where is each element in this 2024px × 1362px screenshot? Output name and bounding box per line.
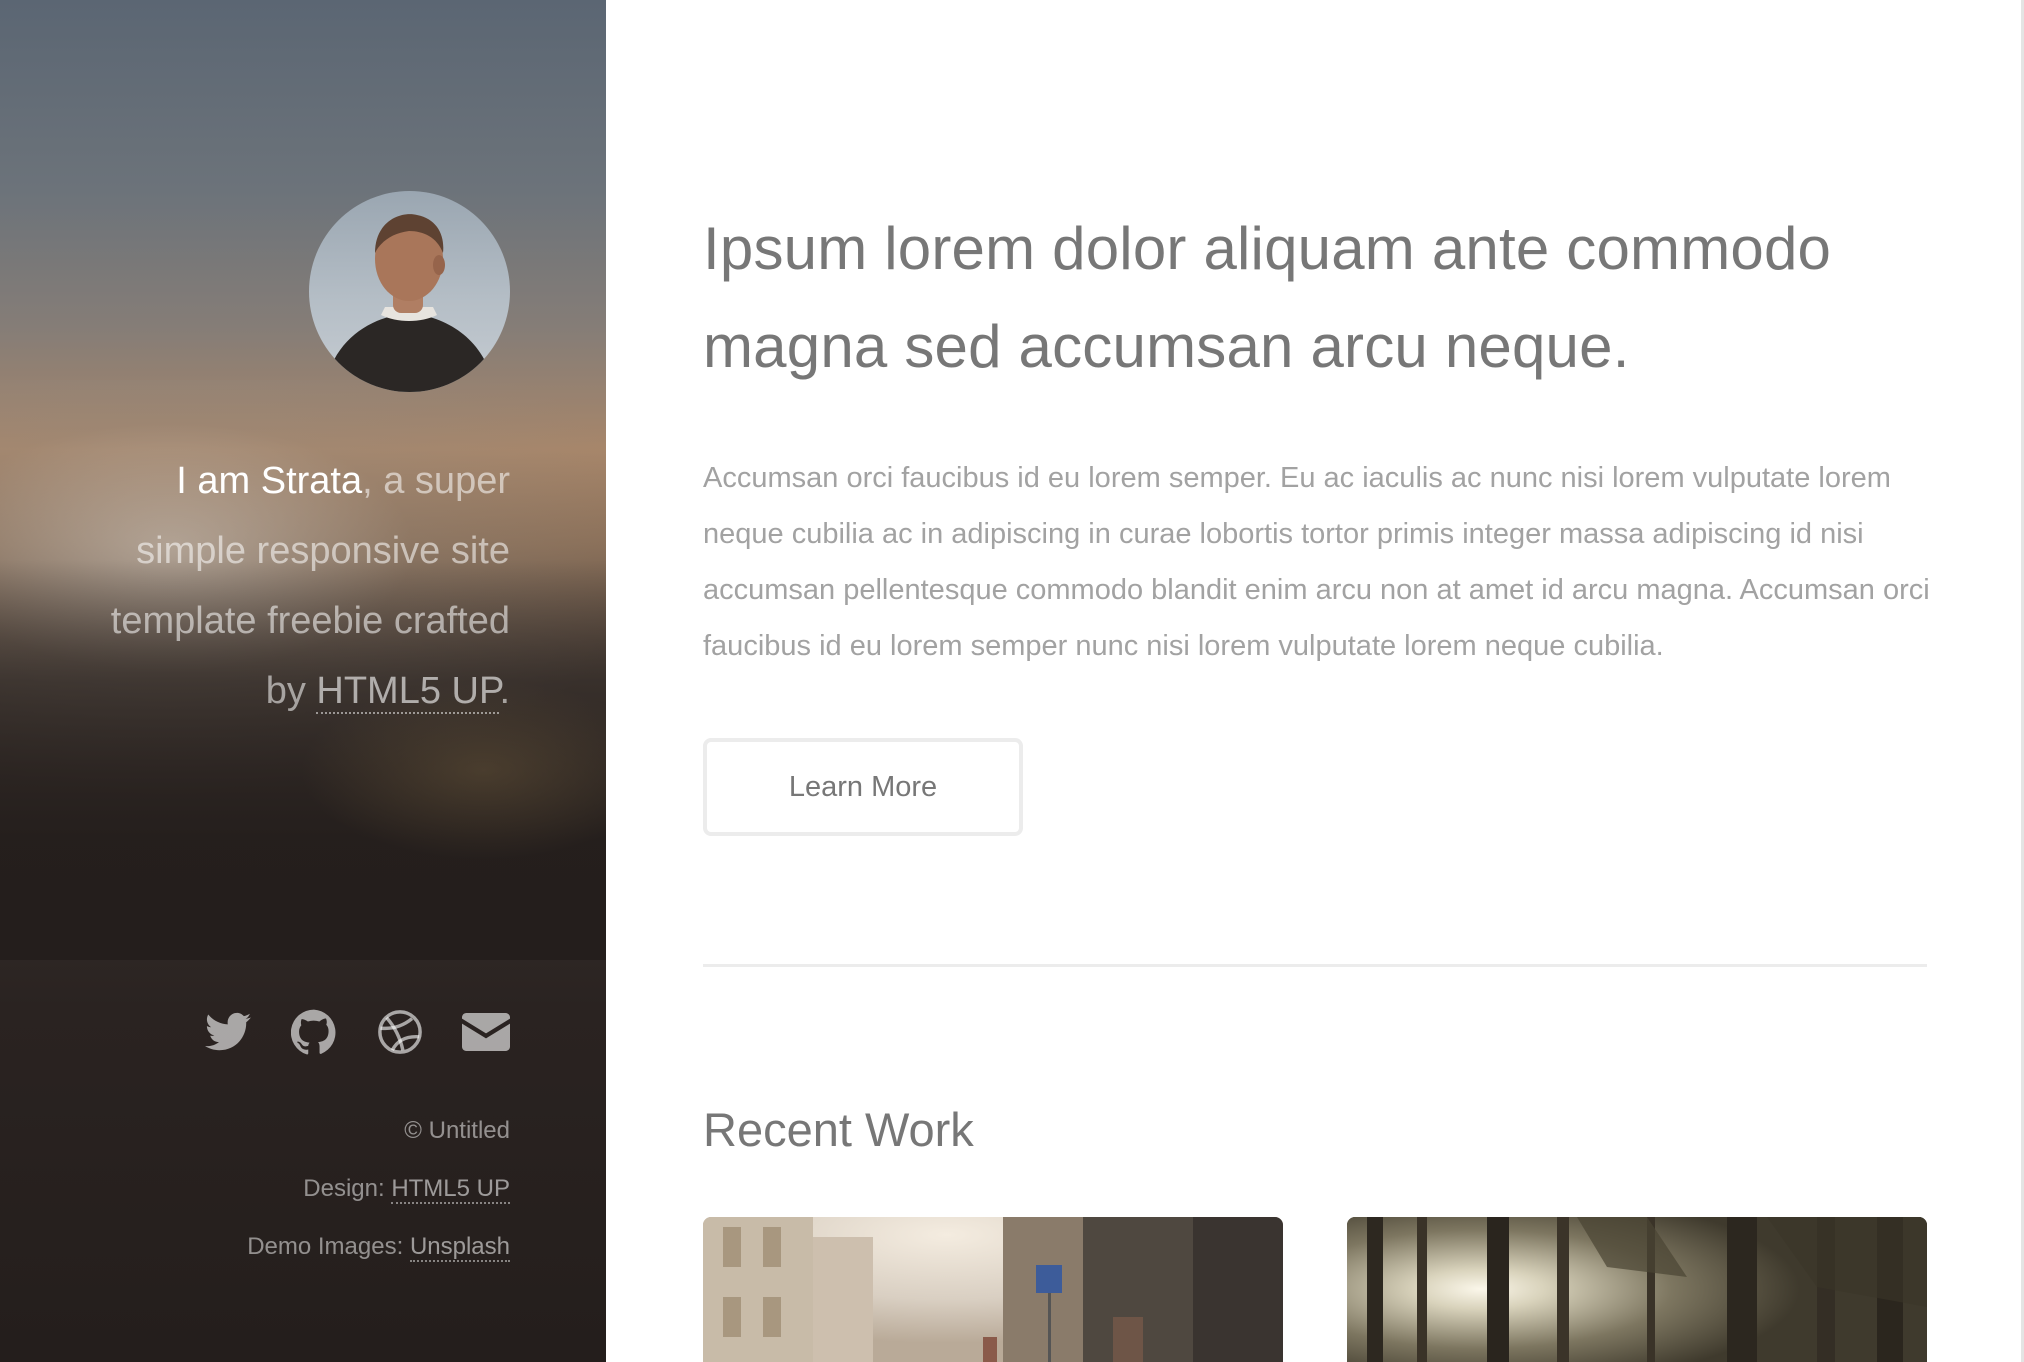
images-credit-label: Demo Images: <box>247 1233 410 1260</box>
github-icon[interactable] <box>290 1008 338 1056</box>
images-credit-link[interactable]: Unsplash <box>409 1233 510 1262</box>
intro-name: I am Strata <box>176 460 363 502</box>
design-credit-link[interactable]: HTML5 UP <box>391 1175 510 1204</box>
html5up-link[interactable]: HTML5 UP <box>316 670 500 714</box>
recent-work-heading: Recent Work <box>703 1103 974 1156</box>
main-content: Ipsum lorem dolor aliquam ante commodo m… <box>606 0 2024 1362</box>
intro-text: I am Strata, a super simple responsive s… <box>80 446 510 726</box>
street-scene-image <box>703 1217 1283 1362</box>
copyright-text: © Untitled <box>404 1117 510 1144</box>
intro-paragraph: Accumsan orci faucibus id eu lorem sempe… <box>703 462 1930 662</box>
section-divider <box>703 964 1927 967</box>
work-thumbnail-forest[interactable] <box>1347 1217 1927 1362</box>
sidebar-header: I am Strata, a super simple responsive s… <box>0 0 606 1362</box>
images-credit: Demo Images: Unsplash <box>247 1218 510 1276</box>
social-icons <box>204 1008 510 1056</box>
intro-period: . <box>499 670 510 712</box>
sidebar-footer: © Untitled Design: HTML5 UP Demo Images:… <box>247 1102 510 1276</box>
email-icon[interactable] <box>462 1008 510 1056</box>
page-headline: Ipsum lorem dolor aliquam ante commodo m… <box>703 215 1832 380</box>
forest-scene-image <box>1347 1217 1927 1362</box>
avatar[interactable] <box>309 191 510 392</box>
work-thumbnail-street[interactable] <box>703 1217 1283 1362</box>
design-credit-label: Design: <box>303 1175 392 1202</box>
page: I am Strata, a super simple responsive s… <box>0 0 2024 1362</box>
twitter-icon[interactable] <box>204 1008 252 1056</box>
avatar-person-image <box>324 214 495 392</box>
learn-more-button[interactable]: Learn More <box>703 738 1023 836</box>
dribbble-icon[interactable] <box>376 1008 424 1056</box>
design-credit: Design: HTML5 UP <box>247 1160 510 1218</box>
